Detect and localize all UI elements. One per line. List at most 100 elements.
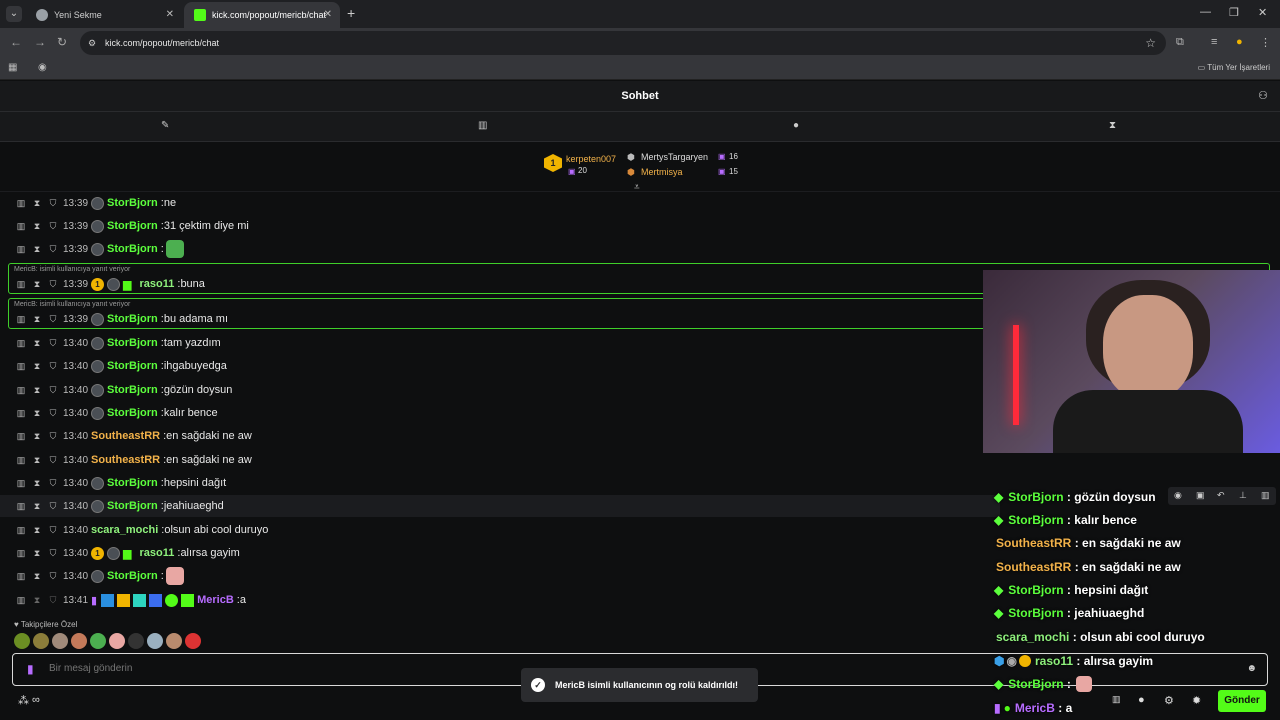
- emote-icon[interactable]: [71, 633, 87, 649]
- pin-icon[interactable]: ✎: [161, 120, 169, 131]
- restore-icon[interactable]: ❐: [1229, 6, 1239, 19]
- delete-icon[interactable]: ▥: [13, 408, 29, 419]
- bookmark-star-icon[interactable]: ☆: [1145, 31, 1156, 55]
- delete-icon[interactable]: ▥: [13, 501, 29, 512]
- emote-icon[interactable]: [90, 633, 106, 649]
- chat-message[interactable]: ▥ ⧗ ⛉ 13:39 StorBjorn: bu adama mı: [0, 308, 1000, 330]
- message-username[interactable]: StorBjorn: [107, 337, 158, 349]
- ban-icon[interactable]: ⛉: [45, 548, 61, 559]
- delete-icon[interactable]: ▥: [13, 455, 29, 466]
- message-username[interactable]: StorBjorn: [107, 220, 158, 232]
- delete-icon[interactable]: ▥: [13, 571, 29, 582]
- delete-icon[interactable]: ▥: [13, 385, 29, 396]
- message-username[interactable]: MericB: [197, 594, 234, 606]
- minimize-icon[interactable]: —: [1200, 6, 1211, 18]
- close-tab-icon[interactable]: ✕: [166, 9, 174, 20]
- delete-icon[interactable]: ▥: [13, 595, 29, 606]
- profile-icon[interactable]: ●: [1236, 36, 1243, 48]
- timeout-icon[interactable]: ⧗: [29, 408, 45, 419]
- media-icon[interactable]: ≡: [1211, 36, 1217, 48]
- timeout-icon[interactable]: ⧗: [29, 548, 45, 559]
- tab-search-button[interactable]: ⌄: [6, 6, 22, 22]
- emoji-picker-icon[interactable]: ☻: [1246, 663, 1257, 674]
- delete-icon[interactable]: ▥: [13, 314, 29, 325]
- globe-icon[interactable]: ◉: [38, 62, 47, 73]
- chat-message[interactable]: ▥ ⧗ ⛉ 13:40 StorBjorn: ihgabuyedga: [0, 355, 1000, 377]
- message-username[interactable]: StorBjorn: [107, 313, 158, 325]
- emote-icon[interactable]: [128, 633, 144, 649]
- message-username[interactable]: StorBjorn: [107, 570, 158, 582]
- chat-message[interactable]: ▥ ⧗ ⛉ 13:39 StorBjorn: 31 çektim diye mi: [0, 215, 1000, 237]
- copy-icon[interactable]: ▣: [1196, 490, 1205, 501]
- ban-icon[interactable]: ⛉: [45, 478, 61, 489]
- message-input[interactable]: [47, 662, 947, 675]
- chat-message[interactable]: ▥ ⧗ ⛉ 13:40 StorBjorn: kalır bence: [0, 402, 1000, 424]
- delete-icon[interactable]: ▥: [13, 244, 29, 255]
- ban-icon[interactable]: ⛉: [45, 314, 61, 325]
- timeout-icon[interactable]: ⧗: [29, 525, 45, 536]
- tab-new-tab[interactable]: Yeni Sekme ✕: [26, 2, 182, 28]
- third-gifter-name[interactable]: Mertmisya: [641, 167, 683, 177]
- timeout-icon[interactable]: ⧗: [29, 595, 45, 606]
- settings-icon[interactable]: ⚙: [1164, 694, 1174, 707]
- ban-icon[interactable]: ⛉: [45, 455, 61, 466]
- message-username[interactable]: SoutheastRR: [91, 430, 160, 442]
- timeout-icon[interactable]: ⧗: [29, 198, 45, 209]
- chat-message[interactable]: ▥ ⧗ ⛉ 13:39 StorBjorn:: [0, 238, 1000, 260]
- timeout-icon[interactable]: ⧗: [29, 478, 45, 489]
- hourglass-icon[interactable]: ⧗: [1109, 120, 1116, 131]
- reload-icon[interactable]: ↻: [57, 35, 67, 49]
- tab-kick-chat[interactable]: kick.com/popout/mericb/chat ✕: [184, 2, 340, 28]
- emote-icon[interactable]: [109, 633, 125, 649]
- timeout-icon[interactable]: ⧗: [29, 431, 45, 442]
- delete-icon[interactable]: ▥: [13, 525, 29, 536]
- delete-icon[interactable]: ▥: [13, 198, 29, 209]
- ban-icon[interactable]: ⛉: [45, 279, 61, 290]
- close-window-icon[interactable]: ✕: [1258, 6, 1267, 19]
- message-username[interactable]: SoutheastRR: [91, 454, 160, 466]
- chat-message[interactable]: ▥ ⧗ ⛉ 13:40 SoutheastRR: en sağdaki ne aw: [0, 425, 1000, 447]
- back-icon[interactable]: ←: [10, 35, 22, 49]
- delete-icon[interactable]: ▥: [13, 478, 29, 489]
- timeout-icon[interactable]: ⧗: [29, 314, 45, 325]
- pin-message-icon[interactable]: ⊥: [1239, 490, 1247, 501]
- delete-icon[interactable]: ▥: [13, 279, 29, 290]
- address-bar[interactable]: ⚙ kick.com/popout/mericb/chat ☆: [80, 31, 1166, 55]
- message-username[interactable]: StorBjorn: [107, 477, 158, 489]
- chat-message[interactable]: ▥ ⧗ ⛉ 13:40 StorBjorn: tam yazdım: [0, 332, 1000, 354]
- new-tab-button[interactable]: +: [347, 5, 355, 21]
- emote-icon[interactable]: [147, 633, 163, 649]
- mod-shield-icon[interactable]: ✹: [1192, 694, 1201, 707]
- emote-icon[interactable]: [14, 633, 30, 649]
- chat-message[interactable]: ▥ ⧗ ⛉ 13:40 StorBjorn: hepsini dağıt: [0, 472, 1000, 494]
- ban-icon[interactable]: ⛉: [45, 361, 61, 372]
- chat-message[interactable]: ▥ ⧗ ⛉ 13:40 scara_mochi: olsun abi cool du…: [0, 519, 1000, 541]
- message-username[interactable]: raso11: [140, 278, 175, 290]
- message-username[interactable]: StorBjorn: [107, 197, 158, 209]
- top-gifter-name[interactable]: kerpeten007: [566, 154, 616, 164]
- ban-icon[interactable]: ⛉: [45, 595, 61, 606]
- delete-icon[interactable]: ▥: [13, 548, 29, 559]
- send-button[interactable]: Gönder: [1218, 690, 1266, 712]
- extensions-icon[interactable]: ⧉: [1176, 36, 1184, 49]
- undo-icon[interactable]: ↶: [1217, 490, 1225, 501]
- message-username[interactable]: scara_mochi: [91, 524, 158, 536]
- message-username[interactable]: StorBjorn: [107, 500, 158, 512]
- ban-icon[interactable]: ⛉: [45, 244, 61, 255]
- message-username[interactable]: raso11: [140, 547, 175, 559]
- message-username[interactable]: StorBjorn: [107, 360, 158, 372]
- mic-icon[interactable]: ▮: [27, 662, 34, 676]
- delete-icon[interactable]: ▥: [13, 361, 29, 372]
- ban-icon[interactable]: ⛉: [45, 198, 61, 209]
- chat-message[interactable]: ▥ ⧗ ⛉ 13:40 StorBjorn: jeahiuaeghd: [0, 495, 1000, 517]
- trash-icon[interactable]: ▥: [478, 120, 487, 131]
- close-tab-icon[interactable]: ✕: [324, 9, 332, 20]
- emote-icon[interactable]: [166, 633, 182, 649]
- ban-icon[interactable]: ⛉: [45, 525, 61, 536]
- ban-icon[interactable]: ⛉: [45, 338, 61, 349]
- chat-bubble-icon[interactable]: ●: [1138, 694, 1145, 706]
- second-gifter-name[interactable]: MertysTargaryen: [641, 152, 708, 162]
- chat-message[interactable]: ▥ ⧗ ⛉ 13:39 1 ▆ raso11: buna: [0, 273, 1000, 295]
- forward-icon[interactable]: →: [34, 35, 46, 49]
- timeout-icon[interactable]: ⧗: [29, 455, 45, 466]
